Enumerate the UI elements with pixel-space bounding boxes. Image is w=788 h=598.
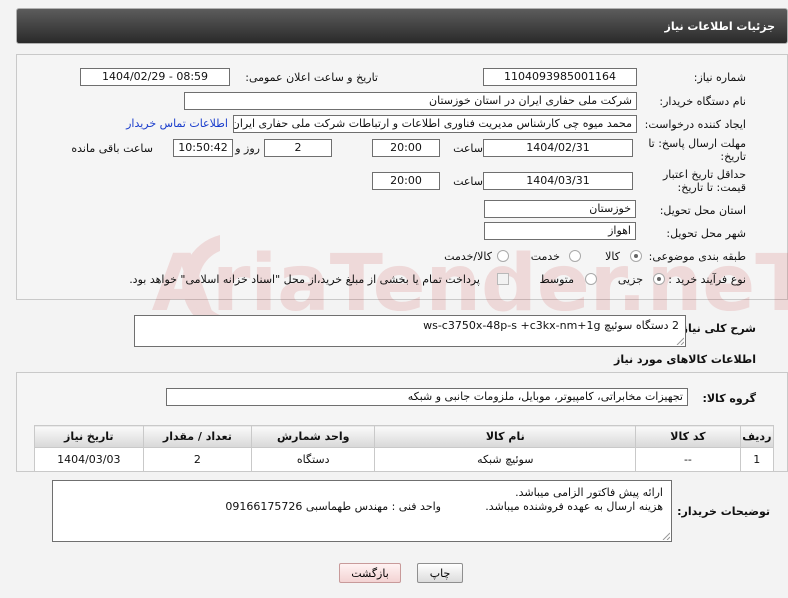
- table-row: 1 -- سوئیچ شبکه دستگاه 2 1404/03/03: [34, 447, 775, 472]
- buyer-name-label: نام دستگاه خریدار:: [659, 95, 746, 108]
- category-service-radio[interactable]: [569, 250, 581, 262]
- category-service-label: خدمت: [530, 250, 560, 263]
- deadline-time-label: ساعت: [453, 142, 483, 155]
- announce-datetime-label: تاریخ و ساعت اعلان عمومی:: [245, 71, 378, 84]
- treasury-bonds-checkbox[interactable]: [497, 273, 509, 285]
- col-date: تاریخ نیاز: [34, 425, 144, 448]
- category-goods-service-label: کالا/خدمت: [444, 250, 492, 263]
- remaining-time-label: ساعت باقی مانده: [71, 142, 153, 155]
- summary-text: 2 دستگاه سوئیچ ws-c3750x-48p-s +c3kx-nm+…: [423, 319, 679, 332]
- cell-date: 1404/03/03: [34, 447, 144, 472]
- category-label: طبقه بندی موضوعی:: [648, 250, 746, 263]
- days-remaining-field: 2: [264, 139, 332, 157]
- cell-name: سوئیچ شبکه: [374, 447, 637, 472]
- goods-section-title: اطلاعات کالاهای مورد نیاز: [614, 353, 756, 366]
- buyer-notes-line-2: هزینه ارسال به عهده فروشنده میباشد.: [485, 500, 663, 513]
- deadline-date-field: 1404/02/31: [483, 139, 633, 157]
- col-qty: تعداد / مقدار: [142, 425, 253, 448]
- price-validity-time-label: ساعت: [453, 175, 483, 188]
- col-unit: واحد شمارش: [251, 425, 376, 448]
- category-goods-label: کالا: [605, 250, 620, 263]
- buyer-notes-label: توضیحات خریدار:: [677, 505, 770, 518]
- goods-table: ردیف کد کالا نام کالا واحد شمارش تعداد /…: [34, 425, 775, 472]
- col-row: ردیف: [739, 425, 775, 448]
- days-label: روز و: [235, 142, 260, 155]
- deadline-time-field: 20:00: [372, 139, 440, 157]
- goods-group-label: گروه کالا:: [702, 392, 756, 405]
- cell-code: --: [635, 447, 741, 472]
- page-header: جزئیات اطلاعات نیاز: [16, 8, 788, 44]
- process-medium-label: متوسط: [539, 273, 574, 286]
- process-type-label: نوع فرآیند خرید :: [668, 273, 746, 286]
- province-label: استان محل تحویل:: [659, 204, 746, 217]
- buyer-notes-technical-contact: واحد فنی : مهندس طهماسبی 09166175726: [225, 500, 441, 513]
- cell-unit: دستگاه: [251, 447, 376, 472]
- summary-textarea[interactable]: 2 دستگاه سوئیچ ws-c3750x-48p-s +c3kx-nm+…: [134, 315, 686, 347]
- category-goods-service-radio[interactable]: [497, 250, 509, 262]
- cell-qty: 2: [142, 447, 253, 472]
- deadline-label: مهلت ارسال پاسخ: تا تاریخ:: [648, 137, 746, 163]
- process-medium-radio[interactable]: [585, 273, 597, 285]
- summary-label: شرح کلی نیاز:: [677, 322, 756, 335]
- price-validity-label: حداقل تاریخ اعتبار قیمت: تا تاریخ:: [662, 168, 746, 194]
- province-field: خوزستان: [484, 200, 636, 218]
- goods-group-field: تجهیزات مخابراتی، کامپیوتر، موبایل، ملزو…: [166, 388, 688, 406]
- city-field: اهواز: [484, 222, 636, 240]
- price-validity-time-field: 20:00: [372, 172, 440, 190]
- print-button[interactable]: چاپ: [417, 563, 463, 583]
- need-number-field: 1104093985001164: [483, 68, 637, 86]
- cell-row: 1: [739, 447, 775, 472]
- resize-grip-icon[interactable]: [662, 532, 670, 540]
- buyer-name-field: شرکت ملی حفاری ایران در استان خوزستان: [184, 92, 637, 110]
- buyer-notes-line-1: ارائه پیش فاکتور الزامی میباشد.: [515, 486, 663, 499]
- creator-label: ایجاد کننده درخواست:: [644, 118, 746, 131]
- page-title: جزئیات اطلاعات نیاز: [664, 20, 776, 33]
- process-minor-label: جزیی: [617, 273, 643, 286]
- remaining-time-field: 10:50:42: [173, 139, 233, 157]
- city-label: شهر محل تحویل:: [666, 227, 746, 240]
- buyer-contact-link[interactable]: اطلاعات تماس خریدار: [126, 117, 228, 130]
- price-validity-date-field: 1404/03/31: [483, 172, 633, 190]
- col-name: نام کالا: [374, 425, 637, 448]
- back-button[interactable]: بازگشت: [339, 563, 401, 583]
- resize-grip-icon[interactable]: [676, 337, 684, 345]
- creator-field: محمد میوه چی کارشناس مدیریت فناوری اطلاع…: [233, 115, 637, 133]
- goods-table-header: ردیف کد کالا نام کالا واحد شمارش تعداد /…: [34, 425, 775, 448]
- treasury-bonds-note: پرداخت تمام یا بخشی از مبلغ خرید،از محل …: [129, 273, 480, 286]
- announce-datetime-field: 1404/02/29 - 08:59: [80, 68, 230, 86]
- category-goods-radio[interactable]: [630, 250, 642, 262]
- buyer-notes-textarea[interactable]: ارائه پیش فاکتور الزامی میباشد. هزینه ار…: [52, 480, 672, 542]
- col-code: کد کالا: [635, 425, 741, 448]
- need-number-label: شماره نیاز:: [693, 71, 746, 84]
- process-minor-radio[interactable]: [653, 273, 665, 285]
